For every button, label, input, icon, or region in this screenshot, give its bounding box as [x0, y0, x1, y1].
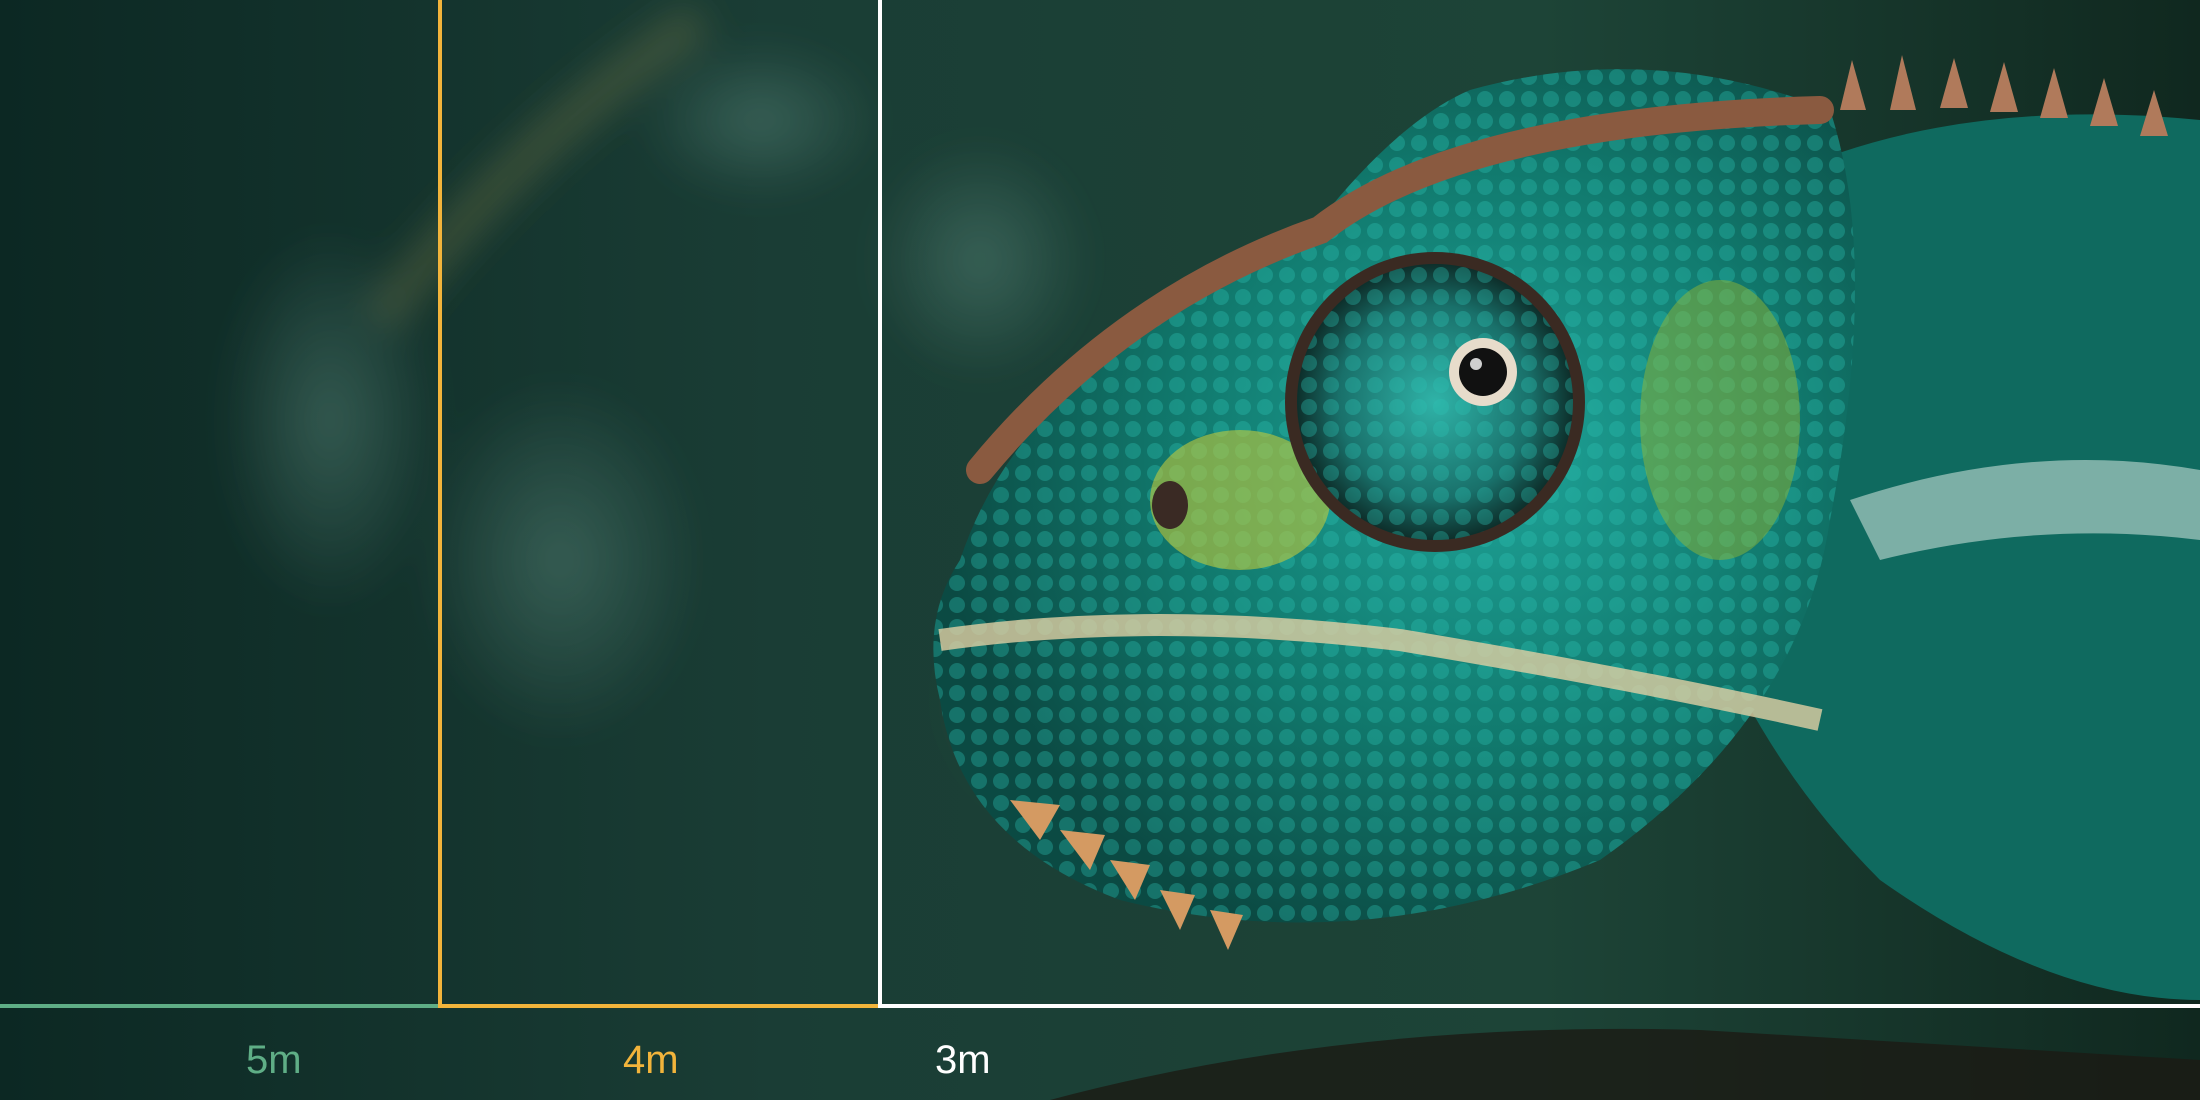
chameleon-photo [0, 0, 2200, 1100]
zone-4m-baseline [438, 1004, 882, 1008]
zone-3m-divider [878, 0, 882, 1008]
photo-stage: 5m 4m 3m [0, 0, 2200, 1100]
distance-label-5m: 5m [246, 1038, 302, 1082]
distance-label-4m: 4m [623, 1038, 679, 1082]
zone-5m-baseline [0, 1004, 440, 1008]
zone-4m-divider [438, 0, 442, 1008]
distance-label-3m: 3m [935, 1038, 991, 1082]
zone-3m-baseline [878, 1004, 2200, 1008]
